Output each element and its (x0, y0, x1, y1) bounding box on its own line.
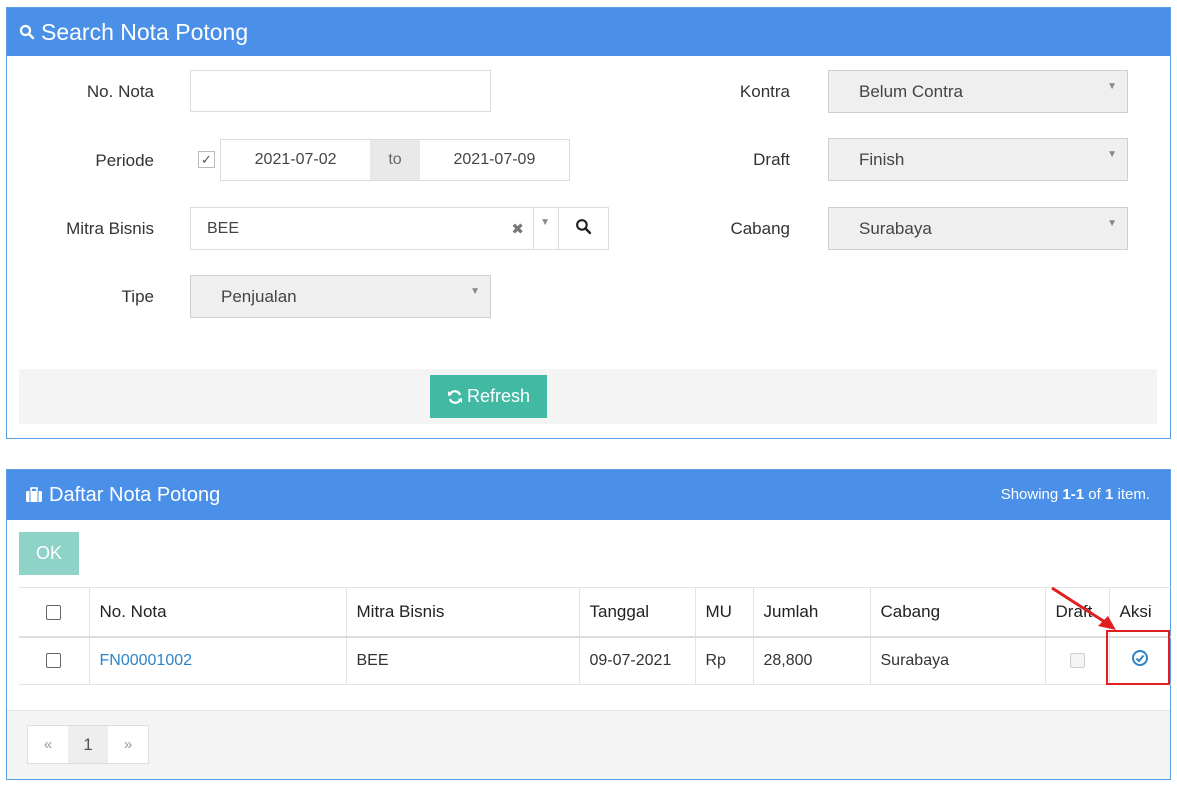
tipe-select[interactable]: Penjualan ▼ (190, 275, 491, 318)
refresh-icon (447, 389, 463, 405)
draft-select[interactable]: Finish ▼ (828, 138, 1128, 181)
row-checkbox[interactable] (46, 653, 62, 669)
search-icon (575, 218, 592, 240)
search-panel-heading: Search Nota Potong (7, 8, 1170, 56)
table-row: FN00001002 BEE 09-07-2021 Rp 28,800 Sura… (19, 636, 1171, 685)
annotation-arrow-icon (1051, 586, 1116, 630)
search-panel-title: Search Nota Potong (41, 18, 249, 45)
briefcase-icon (25, 487, 43, 503)
nota-table: No. Nota Mitra Bisnis Tanggal MU Jumlah … (19, 587, 1171, 685)
refresh-button[interactable]: Refresh (430, 375, 547, 418)
row-tanggal: 09-07-2021 (579, 636, 696, 685)
select-all-checkbox[interactable] (46, 604, 62, 620)
row-cabang: Surabaya (870, 636, 1046, 685)
periode-checkbox[interactable]: ✓ (198, 151, 215, 168)
date-from-input[interactable]: 2021-07-02 (221, 140, 371, 180)
select-divider (533, 208, 534, 249)
chevron-down-icon: ▼ (1107, 149, 1117, 160)
mitra-bisnis-value: BEE (207, 219, 240, 237)
search-panel-footer: Refresh (19, 369, 1157, 424)
result-summary: Showing 1-1 of 1 item. (1000, 486, 1150, 503)
col-mitra-bisnis[interactable]: Mitra Bisnis (346, 587, 580, 638)
list-panel-heading: Daftar Nota Potong Showing 1-1 of 1 item… (7, 470, 1170, 520)
no-nota-input[interactable] (190, 70, 491, 112)
draft-checkbox (1069, 653, 1085, 669)
no-nota-link[interactable]: FN00001002 (100, 652, 193, 669)
clear-icon[interactable]: ✖ (511, 220, 524, 238)
chevron-down-icon: ▼ (1107, 81, 1117, 92)
row-mitra-bisnis: BEE (346, 636, 580, 685)
draft-label: Draft (753, 150, 790, 169)
cabang-select[interactable]: Surabaya ▼ (828, 207, 1128, 250)
row-no-nota: FN00001002 (89, 636, 347, 685)
search-icon (19, 24, 35, 40)
kontra-select[interactable]: Belum Contra ▼ (828, 70, 1128, 113)
draft-value: Finish (859, 149, 905, 169)
row-jumlah: 28,800 (753, 636, 871, 685)
pagination-next[interactable]: » (108, 726, 148, 763)
list-panel: Daftar Nota Potong Showing 1-1 of 1 item… (6, 469, 1171, 780)
cabang-label: Cabang (730, 219, 790, 238)
kontra-value: Belum Contra (859, 81, 963, 101)
chevron-down-icon[interactable]: ▼ (540, 217, 550, 228)
mitra-bisnis-select[interactable]: BEE ✖ ▼ (190, 207, 559, 250)
mitra-bisnis-label: Mitra Bisnis (66, 219, 154, 238)
select-all-header (19, 587, 90, 638)
col-mu[interactable]: MU (695, 587, 754, 638)
no-nota-label: No. Nota (86, 82, 154, 101)
col-cabang[interactable]: Cabang (870, 587, 1046, 638)
refresh-label: Refresh (466, 386, 531, 406)
col-jumlah[interactable]: Jumlah (753, 587, 871, 638)
pagination: « 1 » (27, 725, 149, 764)
date-to-separator: to (370, 140, 420, 180)
pagination-prev[interactable]: « (28, 726, 68, 763)
mitra-bisnis-search-button[interactable] (558, 207, 609, 250)
ok-button[interactable]: OK (19, 532, 79, 575)
row-mu: Rp (695, 636, 754, 685)
row-select-cell (19, 636, 90, 685)
row-draft-cell (1045, 636, 1110, 685)
pagination-page[interactable]: 1 (68, 726, 108, 763)
table-header-row: No. Nota Mitra Bisnis Tanggal MU Jumlah … (19, 587, 1171, 638)
periode-label: Periode (95, 151, 154, 170)
cabang-value: Surabaya (859, 218, 932, 238)
col-tanggal[interactable]: Tanggal (579, 587, 696, 638)
chevron-down-icon: ▼ (470, 286, 480, 297)
list-panel-title: Daftar Nota Potong (49, 483, 221, 506)
table-footer: « 1 » (7, 710, 1170, 779)
kontra-label: Kontra (739, 82, 790, 101)
tipe-label: Tipe (121, 287, 154, 306)
annotation-highlight-box (1106, 630, 1170, 685)
chevron-down-icon: ▼ (1107, 218, 1117, 229)
tipe-value: Penjualan (221, 286, 297, 306)
periode-date-range: 2021-07-02 to 2021-07-09 (220, 139, 570, 181)
col-no-nota[interactable]: No. Nota (89, 587, 347, 638)
date-to-input[interactable]: 2021-07-09 (419, 140, 569, 180)
